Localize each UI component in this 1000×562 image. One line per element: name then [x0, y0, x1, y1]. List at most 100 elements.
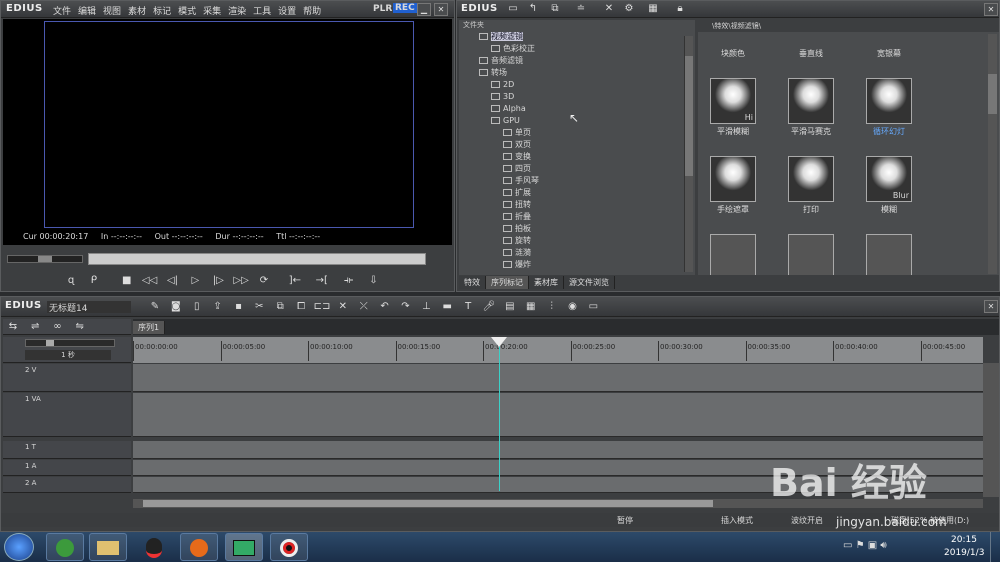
save-icon[interactable]: ▪	[230, 299, 248, 314]
sort-icon[interactable]: ≐	[571, 1, 591, 16]
rewind-icon[interactable]: ◁◁	[140, 273, 160, 288]
clock-time[interactable]: 20:15	[951, 535, 977, 545]
close-button[interactable]: ✕	[434, 3, 448, 16]
tree-item[interactable]: 变换	[479, 151, 695, 163]
zoom-slider[interactable]	[25, 339, 115, 347]
tree-item[interactable]: Alpha	[479, 103, 695, 115]
taskbar-app-firefox[interactable]	[180, 533, 218, 561]
track-header[interactable]: 2 V	[3, 364, 131, 392]
track-scrollbar[interactable]	[983, 363, 999, 497]
track-lane[interactable]	[133, 364, 983, 392]
track-header[interactable]: 1 VA	[3, 393, 131, 437]
replace-icon[interactable]: ⊏⊐	[313, 299, 331, 314]
shuttle-slider[interactable]	[7, 255, 83, 263]
play-icon[interactable]: ▷	[185, 273, 205, 288]
grid-icon[interactable]: ▦	[522, 299, 540, 314]
mixer-icon[interactable]: ⫶	[543, 299, 561, 314]
menu-item-2[interactable]: 视图	[103, 4, 121, 17]
overwrite-icon[interactable]: →[	[310, 273, 334, 288]
menu-item-10[interactable]: 帮助	[303, 4, 321, 17]
delete-clip-icon[interactable]: ✕	[334, 299, 352, 314]
thumb-scrollbar[interactable]	[988, 34, 997, 274]
insert-icon[interactable]: ]←	[283, 273, 307, 288]
tree-item[interactable]: 涟漪	[479, 247, 695, 259]
tree-item[interactable]: 色彩校正	[479, 43, 695, 55]
tree-item[interactable]: 扭转	[479, 199, 695, 211]
effect-thumbnail[interactable]: Blur	[866, 156, 912, 202]
rec-button[interactable]: REC	[393, 3, 417, 13]
minimize-button[interactable]: ▁	[417, 3, 431, 16]
effect-thumbnail[interactable]	[788, 156, 834, 202]
tab-effects-3[interactable]: 源文件浏览	[564, 276, 615, 289]
clock-date[interactable]: 2019/1/3	[944, 548, 984, 558]
tree-item[interactable]: GPU	[479, 115, 695, 127]
split-icon[interactable]: ⟛	[337, 273, 361, 288]
time-ruler[interactable]: 00:00:00:00 00:00:05:00 00:00:10:00 00:00:1…	[133, 337, 983, 363]
redo-icon[interactable]: ↷	[397, 299, 415, 314]
sync-icon[interactable]: ⇋	[70, 319, 90, 334]
tree-item[interactable]: 拍板	[479, 223, 695, 235]
effect-thumbnail[interactable]	[866, 78, 912, 124]
track-lane[interactable]	[133, 393, 983, 437]
tree-item[interactable]: 转场	[479, 67, 695, 79]
step-back-icon[interactable]: ◁|	[163, 273, 183, 288]
taskbar-app-explorer[interactable]	[89, 533, 127, 561]
delete-icon[interactable]: ✕	[601, 1, 617, 16]
folder-icon[interactable]: ▭	[505, 1, 521, 16]
mark-out-icon[interactable]: ᑭ	[84, 273, 104, 288]
effect-thumbnail[interactable]	[866, 234, 912, 275]
playhead-marker[interactable]	[490, 337, 507, 347]
playhead-line[interactable]	[498, 337, 500, 491]
taskbar-app-recorder[interactable]	[270, 533, 308, 561]
menu-item-6[interactable]: 采集	[203, 4, 221, 17]
shuttle-handle[interactable]	[38, 256, 52, 262]
tree-scroll-thumb[interactable]	[685, 56, 693, 176]
lock-icon[interactable]: 🔒︎	[673, 1, 687, 16]
link-icon[interactable]: ⇌	[25, 319, 45, 334]
effect-thumbnail[interactable]	[710, 156, 756, 202]
tree-item[interactable]: 视频滤镜	[479, 31, 695, 43]
new-icon[interactable]: ▯	[188, 299, 206, 314]
timeline-close-button[interactable]: ✕	[984, 300, 998, 313]
snap-icon[interactable]: ⊥	[417, 299, 435, 314]
tree-item[interactable]: 音频滤镜	[479, 55, 695, 67]
taskbar-app-qq[interactable]	[135, 533, 173, 561]
h-scroll-thumb[interactable]	[143, 500, 713, 507]
ripple-delete-icon[interactable]: ⤫	[355, 299, 373, 314]
color-icon[interactable]: ◉	[564, 299, 582, 314]
tab-sequence-1[interactable]: 序列1	[133, 321, 166, 334]
track-header[interactable]: 1 A	[3, 460, 131, 476]
tree-item[interactable]: 扩展	[479, 187, 695, 199]
export-icon[interactable]: ⇩	[364, 273, 384, 288]
fast-forward-icon[interactable]: ▷▷	[231, 273, 251, 288]
mic-icon[interactable]: 🎤︎	[480, 299, 498, 314]
tree-item[interactable]: 旋转	[479, 235, 695, 247]
menu-item-8[interactable]: 工具	[253, 4, 271, 17]
open-icon[interactable]: ⇪	[209, 299, 227, 314]
track-mode-icon[interactable]: ⇆	[3, 319, 23, 334]
scale-select[interactable]: 1 秒	[25, 350, 111, 360]
effect-thumbnail[interactable]	[788, 78, 834, 124]
loop-icon[interactable]: ⟳	[254, 273, 274, 288]
undo-icon[interactable]: ↶	[376, 299, 394, 314]
effect-thumbnail[interactable]: Hi	[710, 78, 756, 124]
tree-item[interactable]: 双页	[479, 139, 695, 151]
track-header[interactable]: 2 A	[3, 477, 131, 493]
wand-icon[interactable]: ✎	[146, 299, 164, 314]
view-icon[interactable]: ▦	[643, 1, 663, 16]
title-icon[interactable]: T	[459, 299, 477, 314]
layout-icon[interactable]: ⧉	[545, 1, 565, 16]
tree-item[interactable]: 手风琴	[479, 175, 695, 187]
menu-item-1[interactable]: 编辑	[78, 4, 96, 17]
taskbar-app-edius[interactable]	[225, 533, 263, 561]
menu-item-3[interactable]: 素材	[128, 4, 146, 17]
tray-icons[interactable]: ▭ ⚑ ▣ 🔊︎	[843, 540, 887, 551]
layout-menu-icon[interactable]: ▭	[584, 299, 602, 314]
group-icon[interactable]: ∞	[47, 319, 67, 334]
plr-button[interactable]: PLR	[373, 4, 392, 14]
up-icon[interactable]: ↰	[525, 1, 541, 16]
menu-item-7[interactable]: 渲染	[228, 4, 246, 17]
effect-thumbnail[interactable]	[710, 234, 756, 275]
tree-item[interactable]: 2D	[479, 79, 695, 91]
step-forward-icon[interactable]: |▷	[208, 273, 228, 288]
